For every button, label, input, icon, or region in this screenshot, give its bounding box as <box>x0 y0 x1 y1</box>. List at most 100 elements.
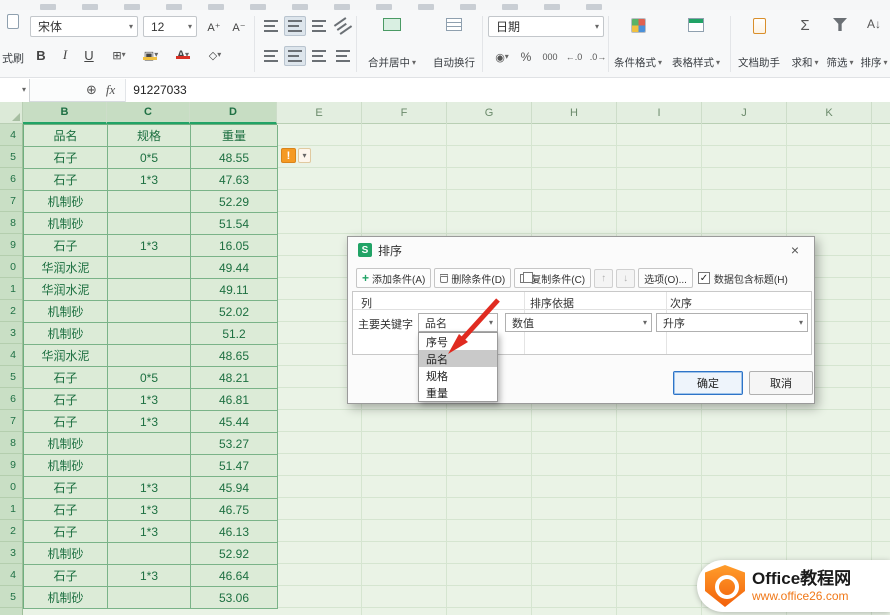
cell-pinming[interactable]: 机制砂 <box>24 213 108 235</box>
cell-zhongliang[interactable]: 51.54 <box>191 213 278 235</box>
cell-pinming[interactable]: 石子 <box>24 411 108 433</box>
align-center-button[interactable] <box>284 46 306 66</box>
cell-pinming[interactable]: 机制砂 <box>24 433 108 455</box>
align-bottom-button[interactable] <box>308 16 330 36</box>
doc-helper-button[interactable]: 文档助手 <box>734 14 784 74</box>
delete-condition-button[interactable]: 删除条件(D) <box>434 268 511 288</box>
select-all-corner[interactable] <box>0 102 23 124</box>
cell-guige[interactable] <box>108 323 191 345</box>
cell-pinming[interactable]: 石子 <box>24 147 108 169</box>
cell-guige[interactable]: 1*3 <box>108 235 191 257</box>
underline-button[interactable]: U <box>78 44 100 66</box>
cell-pinming[interactable]: 机制砂 <box>24 455 108 477</box>
sort-on-combo[interactable]: 数值 <box>505 313 652 332</box>
row-header[interactable]: 7 <box>0 190 22 212</box>
cell-pinming[interactable]: 机制砂 <box>24 301 108 323</box>
cell-pinming[interactable]: 石子 <box>24 169 108 191</box>
header-cell-pinming[interactable]: 品名 <box>24 125 108 147</box>
column-header[interactable]: B <box>23 102 107 124</box>
dialog-titlebar[interactable]: S 排序 × <box>348 237 814 263</box>
bold-button[interactable]: B <box>30 44 52 66</box>
cell-pinming[interactable]: 机制砂 <box>24 587 108 609</box>
indent-button[interactable] <box>332 46 354 66</box>
row-header[interactable]: 8 <box>0 432 22 454</box>
move-up-button[interactable]: ↑ <box>594 269 613 288</box>
cell-guige[interactable]: 1*3 <box>108 477 191 499</box>
cell-guige[interactable]: 0*5 <box>108 147 191 169</box>
row-header[interactable]: 4 <box>0 564 22 586</box>
filter-button[interactable]: 筛选 <box>824 14 856 74</box>
smart-tag-dropdown[interactable] <box>298 148 311 163</box>
cell-zhongliang[interactable]: 53.27 <box>191 433 278 455</box>
sort-key-combo[interactable]: 品名 <box>418 313 498 332</box>
autosum-button[interactable]: Σ 求和 <box>788 14 822 74</box>
table-header-row[interactable]: 品名 规格 重量 <box>24 125 277 147</box>
cell-zhongliang[interactable]: 49.44 <box>191 257 278 279</box>
row-header[interactable]: 3 <box>0 542 22 564</box>
cell-zhongliang[interactable]: 49.11 <box>191 279 278 301</box>
cell-guige[interactable]: 1*3 <box>108 499 191 521</box>
sort-button[interactable]: A↓ 排序 <box>858 14 890 74</box>
decrease-decimal-button[interactable]: .0→ <box>588 48 608 66</box>
warning-icon[interactable]: ! <box>281 148 296 163</box>
ok-button[interactable]: 确定 <box>673 371 743 395</box>
comma-style-button[interactable]: 000 <box>540 48 560 66</box>
cell-guige[interactable] <box>108 587 191 609</box>
cell-zhongliang[interactable]: 45.44 <box>191 411 278 433</box>
cell-pinming[interactable]: 华润水泥 <box>24 345 108 367</box>
options-button[interactable]: 选项(O)... <box>638 268 693 288</box>
cell-pinming[interactable]: 华润水泥 <box>24 257 108 279</box>
format-painter-button[interactable]: 式刷 <box>0 10 26 70</box>
insert-function-icon[interactable]: fx <box>106 82 115 98</box>
row-header[interactable]: 2 <box>0 300 22 322</box>
column-header[interactable]: G <box>447 102 532 124</box>
merge-center-button[interactable]: 合并居中 <box>360 14 424 74</box>
column-header[interactable]: E <box>277 102 362 124</box>
cell-guige[interactable]: 1*3 <box>108 389 191 411</box>
cell-zhongliang[interactable]: 16.05 <box>191 235 278 257</box>
cell-guige[interactable] <box>108 279 191 301</box>
conditional-format-button[interactable]: 条件格式 <box>612 14 664 74</box>
column-header[interactable]: K <box>787 102 872 124</box>
row-header[interactable]: 5 <box>0 366 22 388</box>
row-header[interactable]: 2 <box>0 520 22 542</box>
cell-pinming[interactable]: 石子 <box>24 389 108 411</box>
cell-pinming[interactable]: 石子 <box>24 235 108 257</box>
table-style-button[interactable]: 表格样式 <box>668 14 724 74</box>
align-middle-button[interactable] <box>284 16 306 36</box>
row-header[interactable]: 1 <box>0 498 22 520</box>
row-header[interactable]: 0 <box>0 476 22 498</box>
cell-guige[interactable]: 1*3 <box>108 565 191 587</box>
row-header[interactable]: 9 <box>0 454 22 476</box>
cell-zhongliang[interactable]: 48.55 <box>191 147 278 169</box>
cell-zhongliang[interactable]: 53.06 <box>191 587 278 609</box>
cell-guige[interactable] <box>108 213 191 235</box>
dropdown-item[interactable]: 品名 <box>419 350 497 367</box>
top-menu-strip[interactable] <box>0 0 890 10</box>
font-color-button[interactable]: A <box>168 44 198 66</box>
cell-style-button[interactable]: ◇ <box>200 44 230 66</box>
row-header[interactable]: 5 <box>0 146 22 168</box>
cell-pinming[interactable]: 机制砂 <box>24 323 108 345</box>
align-right-button[interactable] <box>308 46 330 66</box>
font-name-combo[interactable]: 宋体 <box>30 16 138 37</box>
column-header[interactable]: D <box>190 102 277 124</box>
row-header[interactable]: 3 <box>0 322 22 344</box>
row-header[interactable]: 0 <box>0 256 22 278</box>
cell-guige[interactable] <box>108 543 191 565</box>
dropdown-item[interactable]: 重量 <box>419 384 497 401</box>
cell-zhongliang[interactable]: 51.2 <box>191 323 278 345</box>
column-header[interactable]: F <box>362 102 447 124</box>
cell-pinming[interactable]: 石子 <box>24 477 108 499</box>
cell-zhongliang[interactable]: 52.02 <box>191 301 278 323</box>
cell-zhongliang[interactable]: 48.65 <box>191 345 278 367</box>
cell-pinming[interactable]: 华润水泥 <box>24 279 108 301</box>
column-header[interactable]: I <box>617 102 702 124</box>
error-smart-tag[interactable]: ! <box>281 148 311 163</box>
shrink-font-button[interactable]: A⁻ <box>227 16 251 38</box>
cell-zhongliang[interactable]: 45.94 <box>191 477 278 499</box>
row-header[interactable]: 7 <box>0 410 22 432</box>
increase-decimal-button[interactable]: ←.0 <box>564 48 584 66</box>
cell-zhongliang[interactable]: 46.64 <box>191 565 278 587</box>
cell-guige[interactable] <box>108 257 191 279</box>
